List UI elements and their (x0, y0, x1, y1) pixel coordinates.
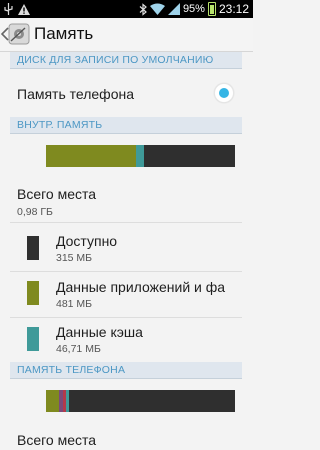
default-disk-radio[interactable] (214, 83, 234, 103)
usage-segment-apps (46, 145, 136, 167)
cache-data-value: 46,71 МБ (56, 343, 101, 355)
section-header-internal: ВНУТР. ПАМЯТЬ (10, 117, 242, 134)
phone-usage-bar (46, 390, 235, 412)
section-header-default-disk: ДИСК ДЛЯ ЗАПИСИ ПО УМОЛЧАНИЮ (10, 52, 242, 69)
available-label[interactable]: Доступно (56, 233, 117, 249)
internal-usage-bar (46, 145, 235, 167)
battery-icon (207, 2, 216, 16)
cache-data-label[interactable]: Данные кэша (56, 324, 143, 340)
battery-percent: 95% (182, 3, 205, 15)
usage-segment-free (144, 145, 235, 167)
usage-segment-apps (46, 390, 60, 412)
status-bar: 95% 23:12 (0, 0, 253, 18)
usage-segment-free (68, 390, 235, 412)
total-space-value: 0,98 ГБ (17, 206, 53, 218)
app-data-value: 481 МБ (56, 298, 93, 310)
usb-icon (4, 3, 13, 15)
bluetooth-icon (139, 2, 147, 16)
wifi-icon (149, 3, 165, 15)
usage-segment-cache (135, 145, 145, 167)
available-value: 315 МБ (56, 252, 93, 264)
signal-icon (167, 3, 180, 15)
page-title: Память (34, 24, 94, 43)
app-data-color-swatch (27, 281, 39, 305)
settings-app-icon[interactable] (8, 23, 30, 45)
action-bar: Память (0, 18, 253, 52)
divider (10, 317, 242, 318)
default-disk-option-label[interactable]: Память телефона (17, 86, 134, 102)
section-header-phone-memory: ПАМЯТЬ ТЕЛЕФОНА (10, 362, 242, 379)
divider (10, 222, 242, 223)
phone-total-space-label: Всего места (17, 432, 97, 448)
available-color-swatch (27, 236, 39, 260)
warning-icon (18, 3, 30, 15)
divider (10, 271, 242, 272)
cache-color-swatch (27, 327, 39, 351)
total-space-label: Всего места (17, 186, 97, 202)
clock: 23:12 (218, 2, 249, 16)
app-data-label[interactable]: Данные приложений и фа (56, 279, 253, 295)
